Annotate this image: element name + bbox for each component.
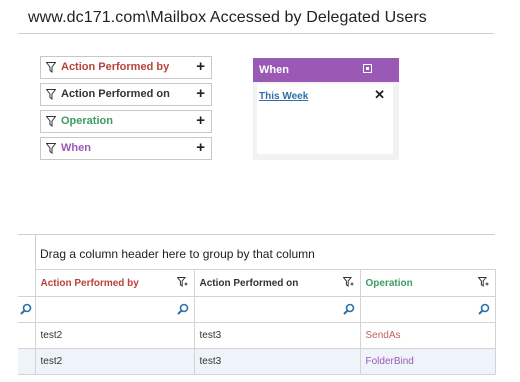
collapse-icon[interactable] (363, 64, 372, 73)
filter-icon (46, 143, 56, 154)
close-icon[interactable]: ✕ (374, 87, 385, 103)
data-table: Action Performed by Action Performed on … (18, 269, 496, 375)
column-header-action-performed-by[interactable]: Action Performed by (34, 269, 195, 297)
filter-label: When (61, 142, 91, 154)
cell-action-performed-by: test2 (34, 348, 195, 375)
filter-label: Action Performed on (61, 88, 170, 100)
cell-value: SendAs (365, 330, 401, 341)
filter-action-performed-on[interactable]: Action Performed on + (40, 83, 212, 106)
filter-label: Action Performed by (61, 61, 170, 73)
when-filter-panel: When This Week ✕ (253, 58, 399, 160)
cell-action-performed-by: test2 (34, 322, 195, 349)
search-icon[interactable] (477, 303, 490, 315)
plus-icon[interactable]: + (196, 58, 205, 75)
column-header-label: Operation (365, 278, 413, 289)
table-row[interactable]: test2 test3 SendAs (18, 322, 496, 349)
filter-icon[interactable] (176, 277, 188, 288)
when-panel-body: This Week ✕ (257, 84, 393, 154)
filter-icon (46, 62, 56, 73)
plus-icon[interactable]: + (196, 85, 205, 102)
filter-cell-action-performed-by[interactable] (34, 296, 195, 323)
row-indent (18, 348, 36, 375)
column-header-label: Action Performed by (40, 278, 139, 289)
page-title: www.dc171.com\Mailbox Accessed by Delega… (28, 9, 427, 26)
group-by-hint: Drag a column header here to group by th… (40, 247, 315, 261)
group-by-panel[interactable]: Drag a column header here to group by th… (18, 235, 495, 269)
cell-value: test3 (199, 330, 222, 341)
cell-action-performed-on: test3 (193, 322, 361, 349)
search-icon[interactable] (20, 303, 32, 315)
search-icon[interactable] (176, 303, 189, 315)
filter-icon (46, 89, 56, 100)
filter-icon[interactable] (477, 277, 489, 288)
cell-action-performed-on: test3 (193, 348, 361, 375)
when-selected-value[interactable]: This Week (259, 91, 308, 102)
search-icon[interactable] (342, 303, 355, 315)
filter-operation[interactable]: Operation + (40, 110, 212, 133)
filter-action-performed-by[interactable]: Action Performed by + (40, 56, 212, 79)
filter-icon (46, 116, 56, 127)
when-panel-header: When (253, 58, 399, 82)
indent-cell (18, 269, 36, 297)
column-header-label: Action Performed on (199, 278, 299, 289)
cell-value: FolderBind (365, 356, 414, 367)
plus-icon[interactable]: + (196, 112, 205, 129)
filter-cell-operation[interactable] (359, 296, 496, 323)
filter-cell-action-performed-on[interactable] (193, 296, 361, 323)
filter-label: Operation (61, 115, 113, 127)
filter-icon[interactable] (342, 277, 354, 288)
row-indent (18, 322, 36, 349)
table-header-row: Action Performed by Action Performed on … (18, 269, 496, 297)
filter-row (18, 296, 496, 323)
table-row[interactable]: test2 test3 FolderBind (18, 348, 496, 375)
filter-row-indent (18, 296, 36, 323)
column-header-action-performed-on[interactable]: Action Performed on (193, 269, 361, 297)
cell-value: test3 (199, 356, 222, 367)
title-divider (18, 33, 494, 34)
plus-icon[interactable]: + (196, 139, 205, 156)
cell-operation: FolderBind (359, 348, 496, 375)
cell-value: test2 (40, 356, 63, 367)
cell-value: test2 (40, 330, 63, 341)
cell-operation: SendAs (359, 322, 496, 349)
filter-when[interactable]: When + (40, 137, 212, 160)
column-header-operation[interactable]: Operation (359, 269, 496, 297)
group-panel-divider (35, 235, 36, 269)
filter-list: Action Performed by + Action Performed o… (40, 56, 212, 164)
when-panel-title: When (259, 64, 289, 76)
